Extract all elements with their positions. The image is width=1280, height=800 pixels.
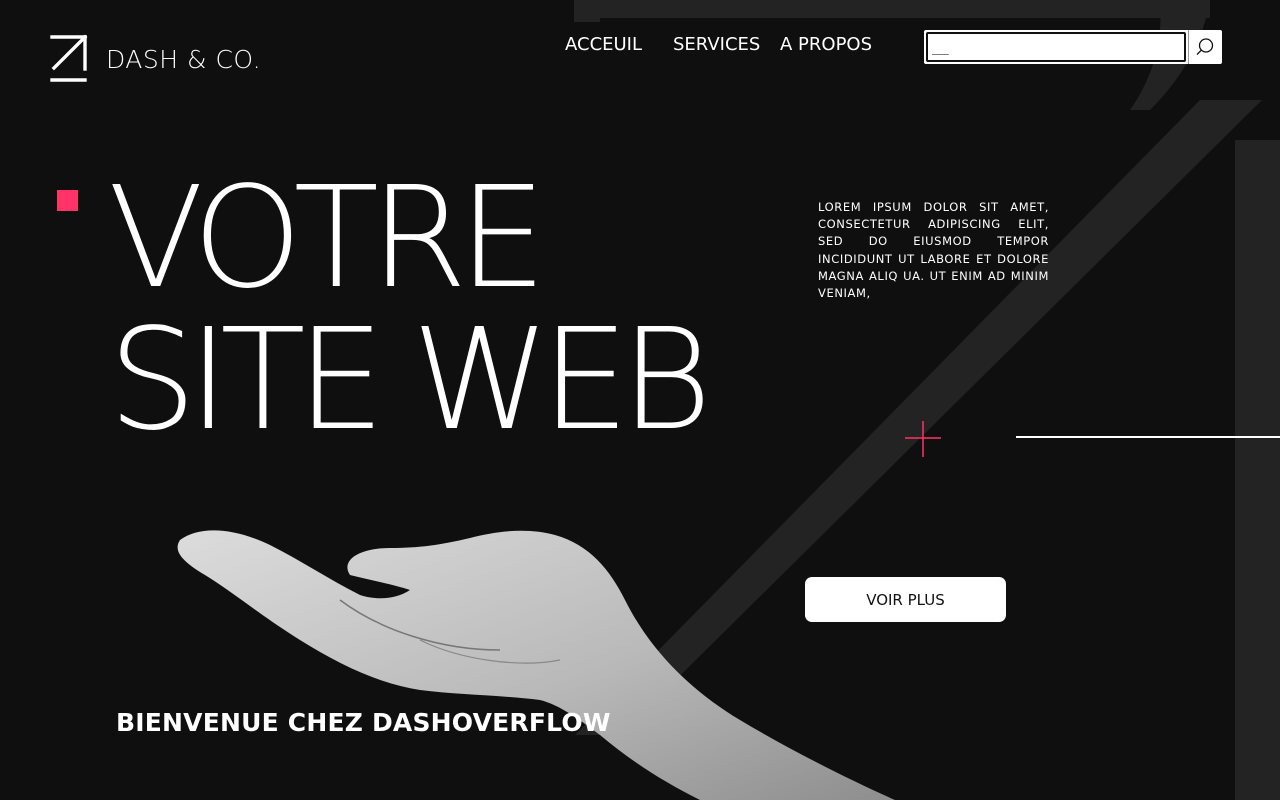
headline-line-1: VOTRE — [108, 157, 547, 320]
accent-square — [57, 190, 78, 211]
search-bar — [924, 30, 1222, 64]
search-icon — [1196, 38, 1214, 55]
headline-line-2: SITE WEB — [108, 299, 712, 462]
search-input[interactable] — [926, 32, 1186, 62]
divider-line — [1016, 436, 1280, 438]
plus-icon — [905, 421, 941, 457]
intro-paragraph: LOREM IPSUM DOLOR SIT AMET, CONSECTETUR … — [818, 200, 1049, 301]
hero-headline: VOTRE SITE WEB — [108, 157, 712, 462]
voir-plus-button[interactable]: VOIR PLUS — [805, 577, 1006, 622]
nav-item-a-propos[interactable]: A PROPOS — [780, 34, 872, 55]
arrow-up-right-icon — [50, 34, 88, 82]
brand-name: DASH & CO. — [106, 44, 262, 74]
nav-item-accueil[interactable]: ACCEUIL — [565, 34, 642, 55]
nav-item-services[interactable]: SERVICES — [673, 34, 760, 55]
welcome-text: BIENVENUE CHEZ DASHOVERFLOW — [116, 708, 611, 737]
search-button[interactable] — [1187, 30, 1222, 64]
brand-logo[interactable]: DASH & CO. — [50, 34, 261, 84]
